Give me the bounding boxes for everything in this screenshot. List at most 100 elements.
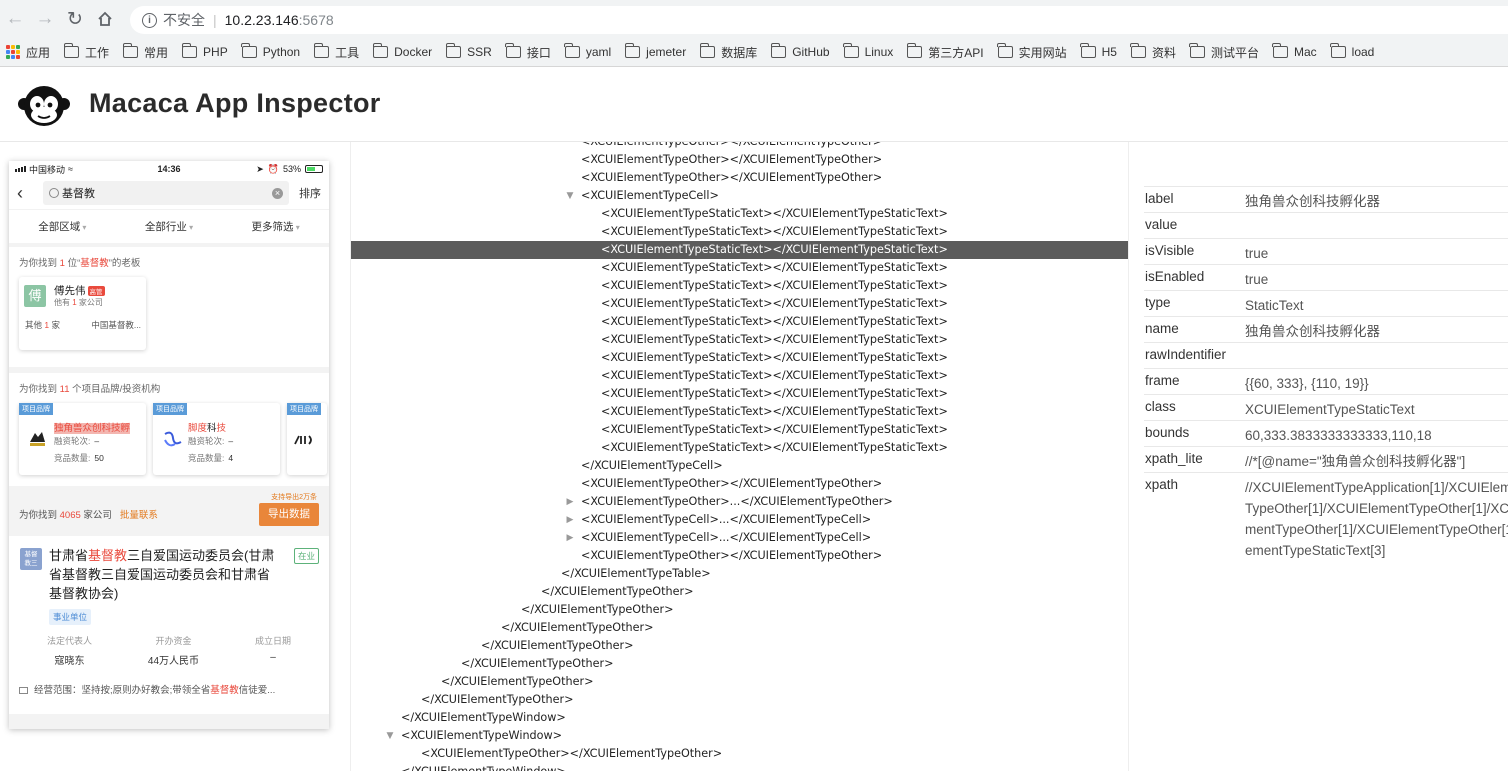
company-card[interactable]: 基督 教三 甘肃省基督教三自爱国运动委员会(甘肃省基督教三自爱国运动委员会和甘肃省… [9,536,329,714]
tree-node[interactable]: ▶ <XCUIElementTypeOther>...</XCUIElementT… [351,493,1128,511]
attr-value[interactable]: 60,333.3833333333333,110,18 [1245,425,1508,446]
tree-node[interactable]: <XCUIElementTypeStaticText></XCUIElement… [351,259,1128,277]
bookmark-folder[interactable]: Python [241,43,300,59]
bookmark-folder[interactable]: 工作 [63,43,109,61]
bulk-contact-link[interactable]: 批量联系 [120,510,158,521]
brand-card[interactable]: 项目品牌 [287,403,327,475]
filter-industry[interactable]: 全部行业 [145,219,193,234]
tree-node[interactable]: </XCUIElementTypeOther> [351,601,1128,619]
bookmark-folder[interactable]: Docker [372,43,432,59]
tree-node[interactable]: <XCUIElementTypeStaticText></XCUIElement… [351,205,1128,223]
expanded-caret-icon[interactable]: ▼ [564,187,576,205]
attr-value[interactable]: StaticText [1245,295,1508,316]
folder-icon [1272,43,1288,58]
collapsed-caret-icon[interactable]: ▶ [564,493,576,511]
tree-node-label: <XCUIElementTypeStaticText></XCUIElement… [601,387,948,400]
tree-node[interactable]: <XCUIElementTypeStaticText></XCUIElement… [351,277,1128,295]
bookmark-folder[interactable]: SSR [445,43,492,59]
tree-node[interactable]: <XCUIElementTypeOther></XCUIElementTypeO… [351,745,1128,763]
bookmark-folder[interactable]: 测试平台 [1189,43,1259,61]
tree-node[interactable]: <XCUIElementTypeStaticText></XCUIElement… [351,349,1128,367]
tree-node[interactable]: <XCUIElementTypeOther></XCUIElementTypeO… [351,475,1128,493]
attr-value[interactable]: {{60, 333}, {110, 19}} [1245,373,1508,394]
tree-node[interactable]: <XCUIElementTypeStaticText></XCUIElement… [351,223,1128,241]
tree-node[interactable]: ▼ <XCUIElementTypeCell> [351,187,1128,205]
tree-node[interactable]: </XCUIElementTypeCell> [351,457,1128,475]
home-icon[interactable] [90,0,120,38]
tree-node[interactable]: </XCUIElementTypeOther> [351,691,1128,709]
collapsed-caret-icon[interactable]: ▶ [564,511,576,529]
tree-node[interactable]: </XCUIElementTypeOther> [351,637,1128,655]
tree-node[interactable]: <XCUIElementTypeOther></XCUIElementTypeO… [351,547,1128,565]
attr-value[interactable]: 独角兽众创科技孵化器 [1245,321,1508,342]
bookmark-folder[interactable]: yaml [564,43,611,59]
tree-node[interactable]: <XCUIElementTypeStaticText></XCUIElement… [351,295,1128,313]
bookmark-folder[interactable]: PHP [181,43,228,59]
tree-node[interactable]: ▼ <XCUIElementTypeWindow> [351,727,1128,745]
org-scope: 经营范围：坚持按;原则办好教会;带领全省基督教信徒爱... [19,682,319,696]
tree-node[interactable]: <XCUIElementTypeStaticText></XCUIElement… [351,367,1128,385]
tree-node-selected[interactable]: <XCUIElementTypeStaticText></XCUIElement… [351,241,1128,259]
attr-value[interactable]: //XCUIElementTypeApplication[1]/XCUIElem… [1245,477,1508,561]
tree-node[interactable]: <XCUIElementTypeStaticText></XCUIElement… [351,331,1128,349]
tree-node[interactable]: <XCUIElementTypeOther></XCUIElementTypeO… [351,142,1128,151]
filter-more[interactable]: 更多筛选 [252,219,300,234]
tree-node[interactable]: <XCUIElementTypeStaticText></XCUIElement… [351,403,1128,421]
tree-node[interactable]: </XCUIElementTypeOther> [351,583,1128,601]
brand-card[interactable]: 项目品牌 独角兽众创科技孵 融资轮次: – 竞品数量: 50 [19,403,146,475]
bookmark-folder[interactable]: load [1330,43,1374,59]
tree-node[interactable]: ▶ <XCUIElementTypeCell>...</XCUIElementTy… [351,529,1128,547]
tree-node[interactable]: </XCUIElementTypeOther> [351,655,1128,673]
bookmark-folder[interactable]: Linux [843,43,893,59]
element-tree[interactable]: <XCUIElementTypeOther></XCUIElementTypeO… [350,142,1129,771]
bookmark-folder[interactable]: 工具 [313,43,359,61]
attr-value[interactable]: true [1245,243,1508,264]
tree-node[interactable]: <XCUIElementTypeOther></XCUIElementTypeO… [351,169,1128,187]
attr-value[interactable]: true [1245,269,1508,290]
bookmark-folder[interactable]: H5 [1080,43,1117,59]
tree-node[interactable]: ▶ <XCUIElementTypeCell>...</XCUIElementTy… [351,511,1128,529]
tree-node[interactable]: <XCUIElementTypeOther></XCUIElementTypeO… [351,151,1128,169]
tree-node[interactable]: <XCUIElementTypeStaticText></XCUIElement… [351,385,1128,403]
attr-value[interactable]: 独角兽众创科技孵化器 [1245,191,1508,212]
reload-icon[interactable]: ↻ [60,0,90,38]
tree-node[interactable]: </XCUIElementTypeTable> [351,565,1128,583]
bookmark-folder[interactable]: 第三方API [906,43,984,61]
phone-search-input[interactable]: 基督教 × [43,181,289,205]
tree-node-label: <XCUIElementTypeStaticText></XCUIElement… [601,279,948,292]
back-arrow-icon[interactable]: ← [0,0,30,38]
collapsed-caret-icon[interactable]: ▶ [564,529,576,547]
tree-node[interactable]: </XCUIElementTypeOther> [351,619,1128,637]
bookmark-folder[interactable]: GitHub [770,43,830,59]
bookmark-folder[interactable]: 实用网站 [997,43,1067,61]
export-button[interactable]: 导出数据 [259,503,319,526]
tree-node[interactable]: <XCUIElementTypeStaticText></XCUIElement… [351,313,1128,331]
tree-node[interactable]: <XCUIElementTypeStaticText></XCUIElement… [351,439,1128,457]
clear-icon[interactable]: × [272,187,283,199]
bookmark-folder[interactable]: jemeter [624,43,686,59]
tree-node[interactable]: </XCUIElementTypeOther> [351,673,1128,691]
bookmark-folder[interactable]: 资料 [1130,43,1176,61]
bookmark-apps[interactable]: 应用 [0,44,50,61]
attr-value[interactable]: //*[@name="独角兽众创科技孵化器"] [1245,451,1508,472]
bookmark-folder[interactable]: 常用 [122,43,168,61]
filter-region[interactable]: 全部区域 [38,219,86,234]
attr-value[interactable]: XCUIElementTypeStaticText [1245,399,1508,420]
tree-node-label: </XCUIElementTypeOther> [541,585,694,598]
bookmark-folder[interactable]: 数据库 [699,43,757,61]
chevron-left-icon[interactable]: ‹ [17,183,37,204]
address-bar[interactable]: i 不安全 | 10.2.23.146:5678 [130,6,1508,34]
bookmark-folder[interactable]: Mac [1272,43,1317,59]
expanded-caret-icon[interactable]: ▼ [384,727,396,745]
device-screenshot[interactable]: 中国移动 ≈ 14:36 ➤ ⏰ 53% ‹ 基督教 × 排序 全部区域 全部行… [9,161,329,729]
person-card[interactable]: 傅 傅先伟 高管 他有 1 家公司 其他 1 家 中国基督教... [19,277,146,350]
tree-node[interactable]: <XCUIElementTypeStaticText></XCUIElement… [351,421,1128,439]
info-icon[interactable]: i [142,12,157,28]
sort-button[interactable]: 排序 [299,185,321,201]
tree-node[interactable]: </XCUIElementTypeWindow> [351,763,1128,771]
bookmark-folder[interactable]: 接口 [505,43,551,61]
brand-card[interactable]: 项目品牌 脚度科技 融资轮次: – 竞品数量: 4 [153,403,280,475]
tree-node-label: <XCUIElementTypeStaticText></XCUIElement… [601,297,948,310]
forward-arrow-icon[interactable]: → [30,0,60,38]
tree-node[interactable]: </XCUIElementTypeWindow> [351,709,1128,727]
